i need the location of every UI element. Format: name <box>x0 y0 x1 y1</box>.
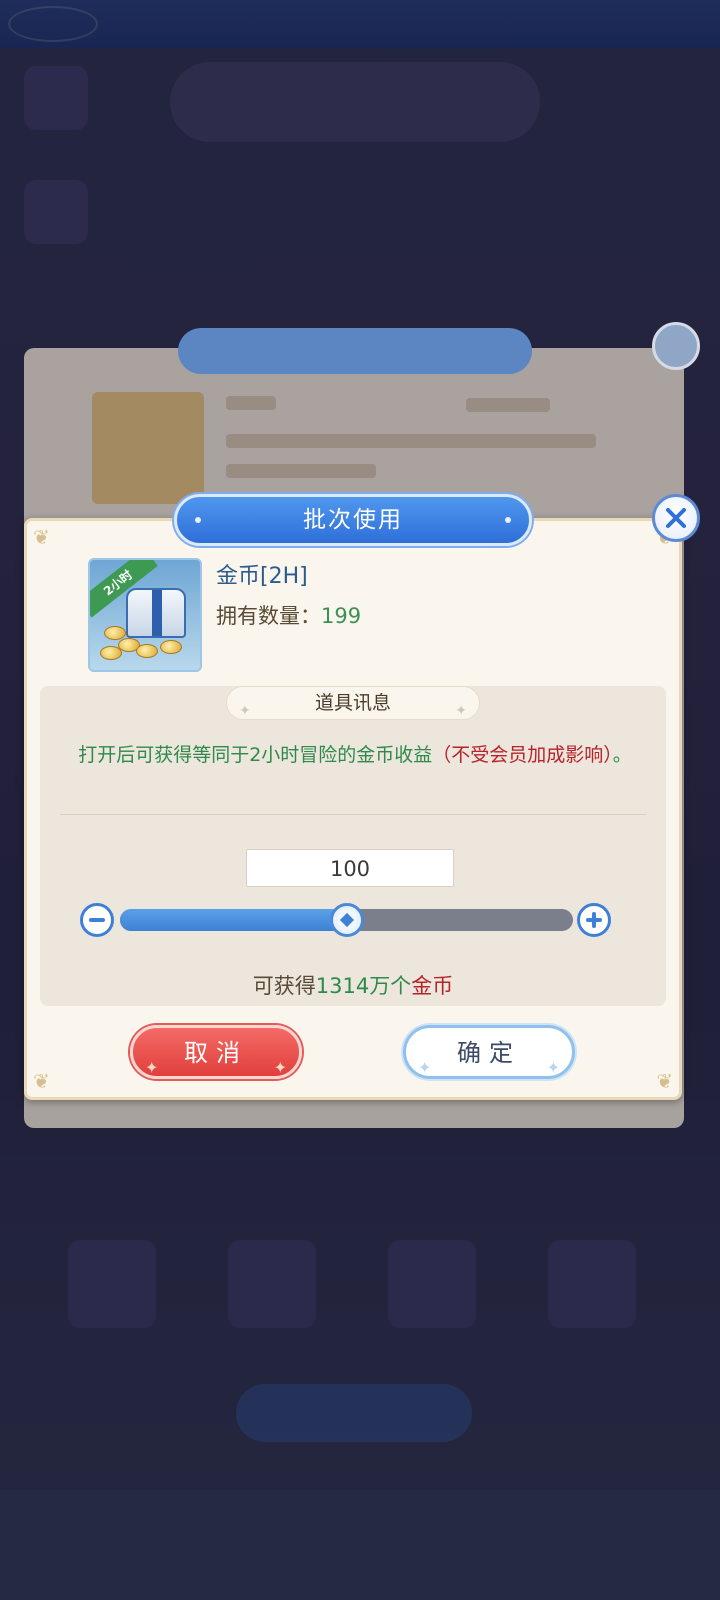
diamond-icon <box>339 912 354 928</box>
dialog-title-bar: 批次使用 <box>174 494 532 546</box>
description-end: 。 <box>612 744 632 766</box>
description-text: 打开后可获得等同于2小时冒险的金币收益 <box>78 744 433 766</box>
sparkle-icon: ✦ <box>273 1058 287 1077</box>
underlying-text-line <box>226 434 596 448</box>
underlying-popup-title <box>178 328 532 374</box>
decrease-button[interactable] <box>80 903 114 937</box>
info-header: ✦ 道具讯息 ✦ <box>226 686 480 720</box>
cancel-button[interactable]: ✦ 取消 ✦ <box>130 1025 302 1079</box>
coin-icon <box>100 646 122 660</box>
coin-icon <box>136 644 158 658</box>
corner-ornament: ❦ <box>33 525 50 549</box>
corner-ornament: ❦ <box>33 1069 50 1093</box>
slider-thumb[interactable] <box>329 903 364 937</box>
sparkle-icon: ✦ <box>239 703 251 719</box>
description-note: （不受会员加成影响） <box>432 744 613 766</box>
gain-summary: 可获得1314万个金币 <box>40 970 666 1000</box>
underlying-item-icon <box>92 392 204 504</box>
close-button[interactable] <box>652 494 700 542</box>
slider-fill <box>120 909 347 931</box>
divider <box>60 814 646 815</box>
gold-chest-item-icon: 2小时 <box>88 558 202 672</box>
confirm-button[interactable]: ✦ 确定 ✦ <box>403 1025 575 1079</box>
item-count: 拥有数量：199 <box>216 600 361 630</box>
cancel-label: 取消 <box>184 1039 248 1067</box>
confirm-label: 确定 <box>457 1039 521 1067</box>
coin-icon <box>160 640 182 654</box>
gain-prefix: 可获得 <box>252 974 316 998</box>
item-description: 打开后可获得等同于2小时冒险的金币收益（不受会员加成影响）。 <box>72 740 638 770</box>
corner-ornament: ❦ <box>656 1069 673 1093</box>
sparkle-icon: ✦ <box>145 1058 159 1077</box>
quantity-input[interactable]: 100 <box>246 849 454 887</box>
underlying-text-line <box>466 398 550 412</box>
sparkle-icon: ✦ <box>546 1058 560 1077</box>
sparkle-icon: ✦ <box>455 703 467 719</box>
item-count-label: 拥有数量： <box>216 604 321 628</box>
underlying-close-icon <box>652 322 700 370</box>
dialog-title: 批次使用 <box>303 507 403 533</box>
underlying-text-line <box>226 396 276 410</box>
close-icon <box>666 508 686 528</box>
increase-button[interactable] <box>577 903 611 937</box>
info-header-label: 道具讯息 <box>314 692 391 714</box>
sparkle-icon: ✦ <box>418 1058 432 1077</box>
item-name: 金币[2H] <box>216 564 308 589</box>
gain-amount: 1314万个 <box>315 974 412 998</box>
minus-icon <box>89 918 105 922</box>
chest-icon <box>126 588 186 638</box>
item-info-panel <box>40 686 666 1006</box>
gain-unit: 金币 <box>411 974 454 998</box>
underlying-text-line <box>226 464 376 478</box>
item-count-value: 199 <box>321 604 362 628</box>
